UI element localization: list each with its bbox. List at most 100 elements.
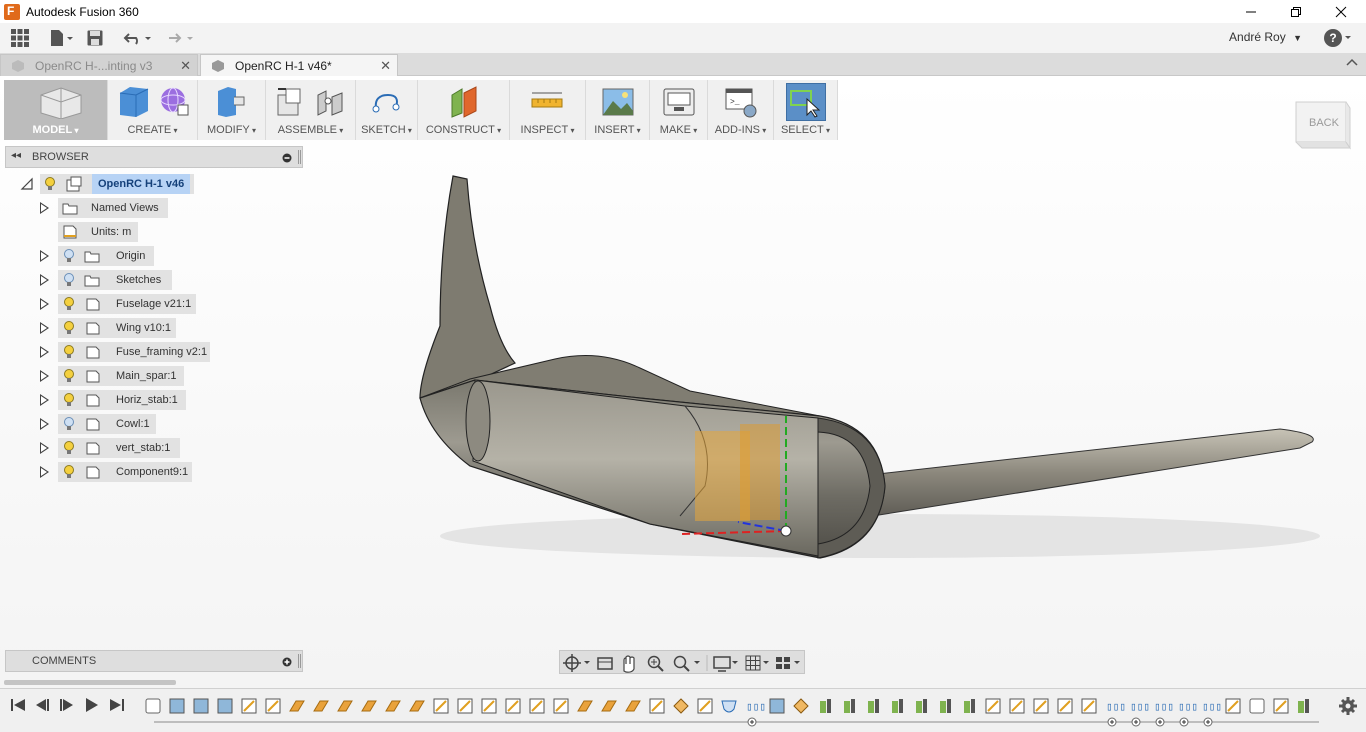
create-group[interactable]: CREATE bbox=[108, 80, 198, 140]
expand-icon[interactable] bbox=[40, 394, 49, 406]
tree-item-units[interactable]: Units: m bbox=[58, 222, 138, 242]
expand-icon[interactable] bbox=[40, 202, 49, 214]
horizontal-scrollbar[interactable] bbox=[4, 680, 176, 685]
tab-openrc-h1[interactable]: OpenRC H-1 v46* ✕ bbox=[200, 54, 398, 76]
quick-access-toolbar: André Roy ▼ ? bbox=[0, 23, 1366, 53]
tree-item-cowl[interactable]: Cowl:1 bbox=[58, 414, 156, 434]
timeline-play-icon[interactable] bbox=[83, 697, 101, 713]
workspace-switcher[interactable]: MODEL bbox=[4, 80, 108, 140]
root-component[interactable]: OpenRC H-1 v46 bbox=[40, 174, 194, 194]
visibility-bulb-icon[interactable] bbox=[64, 321, 74, 334]
visibility-bulb-icon[interactable] bbox=[64, 345, 74, 358]
sketch-feature-icon bbox=[697, 698, 713, 714]
save-icon[interactable] bbox=[80, 25, 110, 51]
tree-item-component9[interactable]: Component9:1 bbox=[58, 462, 192, 482]
inspect-group[interactable]: INSPECT bbox=[510, 80, 586, 140]
expand-icon[interactable] bbox=[40, 346, 49, 358]
comments-panel-header[interactable]: COMMENTS bbox=[5, 650, 303, 672]
make-group[interactable]: MAKE bbox=[650, 80, 708, 140]
timeline-start-icon[interactable] bbox=[9, 697, 27, 713]
insert-group[interactable]: INSERT bbox=[586, 80, 650, 140]
data-panel-grid-icon[interactable] bbox=[0, 25, 40, 51]
tab-openrc-painting[interactable]: OpenRC H-...inting v3 ✕ bbox=[0, 54, 198, 76]
visibility-bulb-icon[interactable] bbox=[64, 393, 74, 406]
visibility-bulb-icon[interactable] bbox=[64, 369, 74, 382]
tree-item-wing[interactable]: Wing v10:1 bbox=[58, 318, 176, 338]
sketch-feature-icon bbox=[505, 698, 521, 714]
viewports-icon[interactable] bbox=[776, 657, 800, 669]
navigation-bar bbox=[559, 650, 805, 674]
document-icon bbox=[212, 59, 224, 72]
select-group[interactable]: SELECT bbox=[774, 80, 838, 140]
user-account-menu[interactable]: André Roy ▼ bbox=[1229, 30, 1302, 44]
undo-icon[interactable] bbox=[120, 25, 156, 51]
look-at-icon[interactable] bbox=[597, 657, 613, 670]
collapse-root-icon[interactable] bbox=[20, 177, 34, 191]
tree-item-sketches[interactable]: Sketches bbox=[58, 270, 172, 290]
expand-icon[interactable] bbox=[40, 370, 49, 382]
expand-icon[interactable] bbox=[40, 322, 49, 334]
file-menu-icon[interactable] bbox=[46, 25, 76, 51]
visibility-bulb-icon[interactable] bbox=[64, 465, 74, 478]
collapse-browser-icon[interactable]: ◂◂ bbox=[11, 150, 21, 161]
expand-icon[interactable] bbox=[40, 298, 49, 310]
tree-item-horiz-stab[interactable]: Horiz_stab:1 bbox=[58, 390, 186, 410]
timeline-settings-gear-icon[interactable] bbox=[1339, 697, 1357, 715]
add-comment-icon[interactable] bbox=[282, 656, 292, 670]
document-icon bbox=[12, 59, 24, 72]
tree-item-main-spar[interactable]: Main_spar:1 bbox=[58, 366, 184, 386]
restore-button[interactable] bbox=[1273, 0, 1319, 23]
redo-icon[interactable] bbox=[162, 25, 198, 51]
plane-feature-icon bbox=[577, 700, 593, 712]
help-button[interactable]: ? bbox=[1322, 27, 1352, 52]
close-window-button[interactable] bbox=[1318, 0, 1364, 23]
component-icon bbox=[66, 176, 82, 192]
sketch-feature-icon bbox=[145, 698, 161, 714]
timeline-step-back-icon[interactable] bbox=[34, 697, 52, 713]
timeline-end-icon[interactable] bbox=[108, 697, 126, 713]
joint-icon bbox=[317, 90, 343, 116]
tree-item-fuse-framing[interactable]: Fuse_framing v2:1 bbox=[58, 342, 210, 362]
display-settings-icon[interactable] bbox=[713, 656, 738, 672]
assemble-group[interactable]: ASSEMBLE bbox=[266, 80, 356, 140]
expand-icon[interactable] bbox=[40, 442, 49, 454]
visibility-bulb-off-icon[interactable] bbox=[64, 249, 74, 262]
browser-pin-icon[interactable] bbox=[282, 152, 292, 166]
fit-zoom-icon[interactable] bbox=[673, 655, 701, 672]
expand-icon[interactable] bbox=[40, 250, 49, 262]
loft-feature-icon bbox=[673, 698, 689, 714]
tree-item-named-views[interactable]: Named Views bbox=[58, 198, 168, 218]
svg-text:▯▯▯: ▯▯▯ bbox=[1202, 702, 1222, 714]
expand-icon[interactable] bbox=[40, 274, 49, 286]
browser-panel-header[interactable]: ◂◂ BROWSER bbox=[5, 146, 303, 168]
construct-group[interactable]: CONSTRUCT bbox=[418, 80, 510, 140]
comments-resize-handle[interactable] bbox=[298, 654, 301, 668]
timeline-step-forward-icon[interactable] bbox=[58, 697, 76, 713]
collapse-toolbar-icon[interactable] bbox=[1346, 56, 1358, 70]
minimize-button[interactable] bbox=[1228, 0, 1274, 23]
viewcube[interactable]: BACK bbox=[1292, 98, 1352, 150]
sketch-group[interactable]: SKETCH bbox=[356, 80, 418, 140]
tree-item-fuselage[interactable]: Fuselage v21:1 bbox=[58, 294, 196, 314]
timeline-features[interactable]: ▯▯▯ ▯▯▯ ▯▯▯ ▯▯▯ ▯▯▯ ▯▯▯ bbox=[144, 695, 1324, 729]
visibility-bulb-icon[interactable] bbox=[45, 177, 55, 190]
grid-settings-icon[interactable] bbox=[745, 655, 769, 671]
sketch-feature-icon bbox=[1009, 698, 1025, 714]
tree-item-origin[interactable]: Origin bbox=[58, 246, 154, 266]
pan-hand-icon[interactable] bbox=[623, 655, 635, 673]
svg-text:▯▯▯: ▯▯▯ bbox=[1106, 702, 1126, 714]
orbit-icon[interactable] bbox=[563, 654, 590, 672]
tree-item-vert-stab[interactable]: vert_stab:1 bbox=[58, 438, 180, 458]
close-tab-icon[interactable]: ✕ bbox=[180, 58, 191, 74]
visibility-bulb-icon[interactable] bbox=[64, 441, 74, 454]
close-tab-icon[interactable]: ✕ bbox=[380, 58, 391, 74]
add-ins-group[interactable]: >_ ADD-INS bbox=[708, 80, 774, 140]
modify-group[interactable]: MODIFY bbox=[198, 80, 266, 140]
expand-icon[interactable] bbox=[40, 418, 49, 430]
visibility-bulb-icon[interactable] bbox=[64, 297, 74, 310]
expand-icon[interactable] bbox=[40, 466, 49, 478]
browser-resize-handle[interactable] bbox=[298, 150, 301, 164]
visibility-bulb-off-icon[interactable] bbox=[64, 417, 74, 430]
zoom-icon[interactable] bbox=[647, 655, 664, 672]
visibility-bulb-off-icon[interactable] bbox=[64, 273, 74, 286]
